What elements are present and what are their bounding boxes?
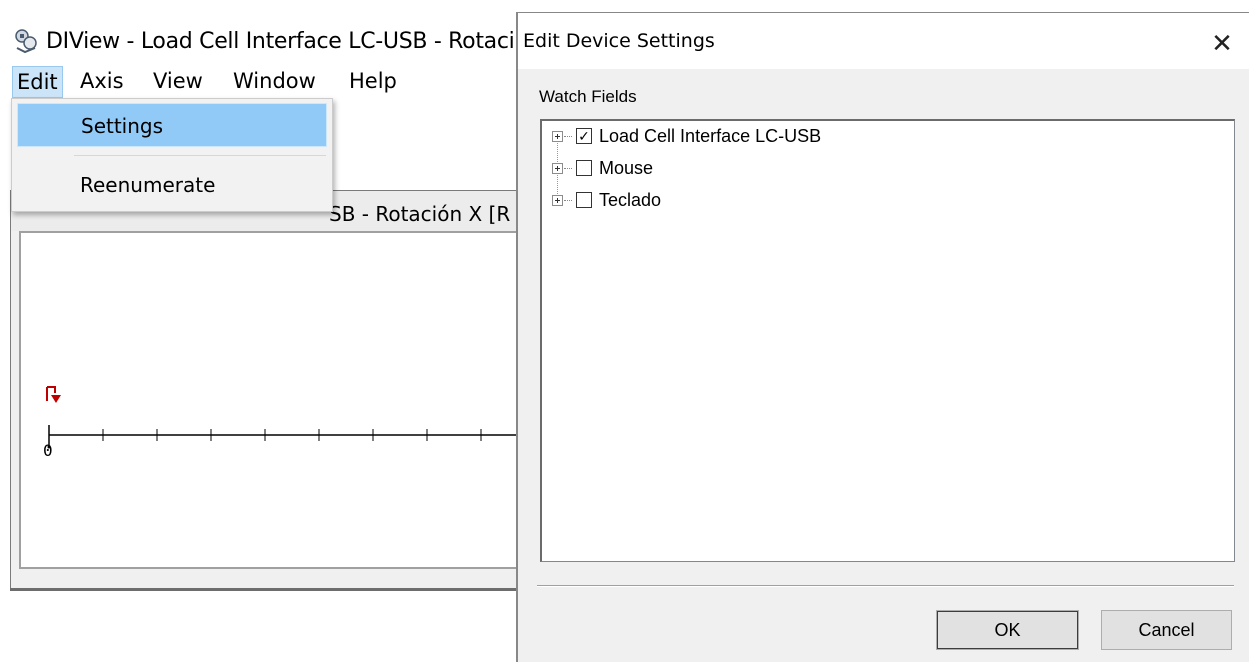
dialog-separator-highlight: [537, 586, 1234, 587]
axis-zero-label: 0: [43, 441, 53, 460]
app-icon: [15, 29, 37, 54]
child-window-title: SB - Rotación X [R: [329, 202, 511, 226]
tree-label-teclado: Teclado: [599, 190, 662, 210]
axis-ruler: [47, 425, 520, 449]
edit-menu-dropdown: Settings Reenumerate: [11, 98, 333, 212]
edit-device-settings-dialog: Edit Device Settings ✕ Watch Fields ✓ Lo…: [516, 12, 1249, 662]
checkbox-teclado[interactable]: [576, 192, 592, 208]
axis-child-window: SB - Rotación X [R 0: [10, 190, 520, 590]
checkbox-load-cell[interactable]: ✓: [576, 128, 592, 144]
tree-item-load-cell[interactable]: ✓ Load Cell Interface LC-USB: [552, 125, 1152, 151]
axis-view: 0: [19, 231, 520, 569]
watch-fields-tree[interactable]: ✓ Load Cell Interface LC-USB Mouse Tecla…: [540, 119, 1235, 562]
child-window-bottom-edge: [10, 588, 520, 591]
tree-item-teclado[interactable]: Teclado: [552, 189, 1152, 215]
tree-label-mouse: Mouse: [599, 158, 654, 178]
expand-icon[interactable]: [552, 131, 563, 142]
app-titlebar: DIView - Load Cell Interface LC-USB - Ro…: [0, 0, 520, 66]
menu-item-settings[interactable]: Settings: [17, 103, 327, 147]
close-icon[interactable]: ✕: [1199, 23, 1245, 63]
menu-window[interactable]: Window: [229, 66, 320, 98]
expand-icon[interactable]: [552, 195, 563, 206]
tree-dots: [564, 136, 572, 137]
menu-edit[interactable]: Edit: [12, 66, 63, 98]
app-title: DIView - Load Cell Interface LC-USB - Ro…: [46, 29, 515, 54]
dialog-body: Watch Fields ✓ Load Cell Interface LC-US…: [518, 69, 1249, 662]
checkbox-mouse[interactable]: [576, 160, 592, 176]
tree-item-mouse[interactable]: Mouse: [552, 157, 1152, 183]
menu-view[interactable]: View: [149, 66, 207, 98]
main-app-window: DIView - Load Cell Interface LC-USB - Ro…: [0, 0, 520, 662]
menu-help[interactable]: Help: [345, 66, 401, 98]
dialog-titlebar: Edit Device Settings ✕: [518, 13, 1249, 69]
menu-item-reenumerate[interactable]: Reenumerate: [17, 163, 327, 207]
cancel-button[interactable]: Cancel: [1101, 610, 1232, 650]
tree-label-load-cell: Load Cell Interface LC-USB: [599, 126, 822, 146]
menu-bar: Edit Axis View Window Help: [12, 66, 520, 100]
tree-dots: [564, 200, 572, 201]
menu-axis[interactable]: Axis: [76, 66, 128, 98]
watch-fields-label: Watch Fields: [539, 87, 637, 106]
expand-icon[interactable]: [552, 163, 563, 174]
menu-separator: [74, 155, 326, 156]
ok-button[interactable]: OK: [936, 610, 1079, 650]
position-marker-icon[interactable]: [45, 385, 65, 407]
tree-dots: [564, 168, 572, 169]
dialog-title: Edit Device Settings: [523, 30, 715, 52]
